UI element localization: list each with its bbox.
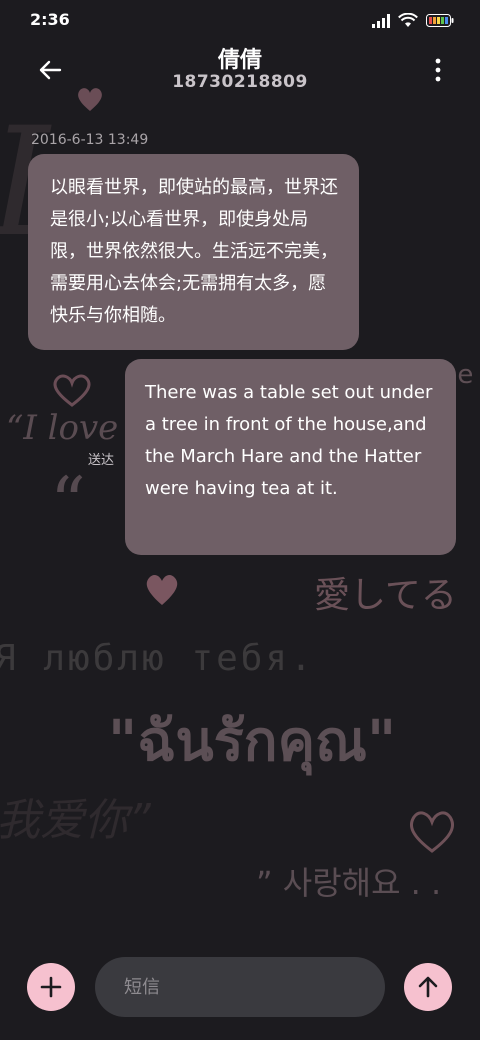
message-text: There was a table set out under a tree i… [145,382,433,499]
add-attachment-button[interactable] [27,963,75,1011]
signal-icon [372,13,390,28]
message-input[interactable] [122,975,366,999]
battery-icon [426,14,454,27]
more-options-icon[interactable] [432,56,444,84]
conversation-header: 倩倩 18730218809 [0,40,480,100]
wallpaper-i-love: “I love [6,408,119,448]
wallpaper-japanese: 愛してる [314,575,457,616]
wifi-icon [398,13,418,27]
message-input-container[interactable] [95,957,385,1017]
heart-outline-decoration-icon [409,811,455,853]
wallpaper-chinese: 我爱你” [0,795,151,846]
sent-message-bubble[interactable]: There was a table set out under a tree i… [125,359,456,555]
status-icons [372,13,454,28]
message-timestamp: 2016-6-13 13:49 [31,132,149,148]
message-text: 以眼看世界，即使站的最高，世界还是很小;以心看世界，即使身处局限，世界依然很大。… [50,177,338,326]
wallpaper-korean: ” 사랑해요 . . [256,864,442,902]
heart-decoration-icon [146,574,178,605]
wallpaper-thai: "ฉันรักคุณ" [108,709,397,774]
heart-outline-decoration-icon [53,374,91,407]
wallpaper-russian: Я люблю тебя. [0,638,315,679]
received-message-bubble[interactable]: 以眼看世界，即使站的最高，世界还是很小;以心看世界，即使身处局限，世界依然很大。… [28,154,359,350]
send-arrow-icon [418,976,438,998]
send-button[interactable] [404,963,452,1011]
plus-icon [40,976,62,998]
contact-phone-number: 18730218809 [172,72,308,92]
status-time: 2:36 [30,10,70,29]
contact-name: 倩倩 [217,48,262,73]
status-bar: 2:36 [0,0,480,44]
wallpaper-quote: “ [50,462,86,544]
delivery-status: 送达 [88,453,115,468]
